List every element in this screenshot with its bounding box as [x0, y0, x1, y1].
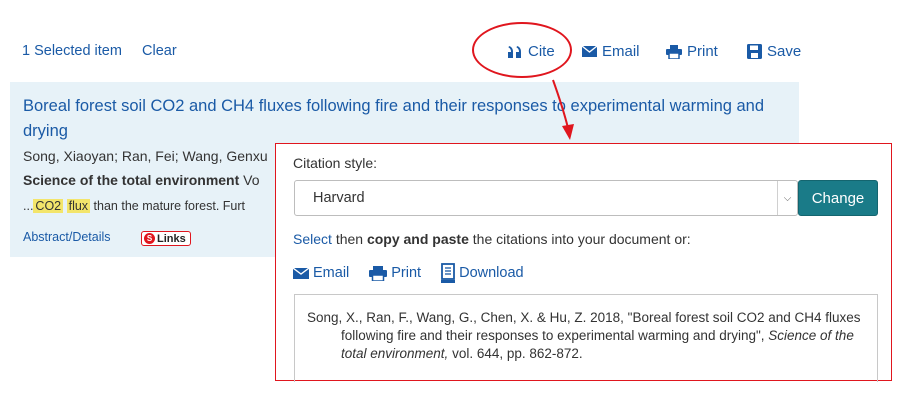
citation-popup: Citation style: Harvard ⌵ Change Select … — [275, 143, 892, 382]
citation-text-part2: vol. 644, pp. 862-872. — [448, 346, 583, 361]
citation-style-value: Harvard — [313, 190, 365, 206]
envelope-icon — [293, 267, 309, 279]
citation-print-label: Print — [391, 265, 422, 281]
citation-reference: Song, X., Ran, F., Wang, G., Chen, X. & … — [307, 309, 865, 363]
printer-icon — [369, 265, 388, 281]
copy-instructions: Select then copy and paste the citations… — [293, 231, 691, 247]
citation-email-label: Email — [313, 265, 350, 281]
citation-text-box[interactable]: Song, X., Ran, F., Wang, G., Chen, X. & … — [294, 294, 878, 382]
citation-email-button[interactable]: Email — [293, 265, 349, 281]
chevron-down-icon: ⌵ — [777, 181, 797, 215]
citation-print-button[interactable]: Print — [369, 265, 421, 281]
download-document-icon — [441, 263, 456, 283]
citation-style-select[interactable]: Harvard ⌵ — [294, 180, 798, 216]
citation-download-label: Download — [459, 265, 524, 281]
citation-style-label: Citation style: — [293, 155, 378, 171]
citation-actions: Email Print Download — [293, 262, 544, 284]
instr-bold: copy and paste — [366, 231, 469, 247]
instr-then: then — [335, 231, 364, 247]
instr-rest: the citations into your document or: — [472, 231, 691, 247]
change-button[interactable]: Change — [798, 180, 878, 216]
select-link[interactable]: Select — [293, 231, 332, 247]
citation-download-button[interactable]: Download — [441, 263, 524, 283]
